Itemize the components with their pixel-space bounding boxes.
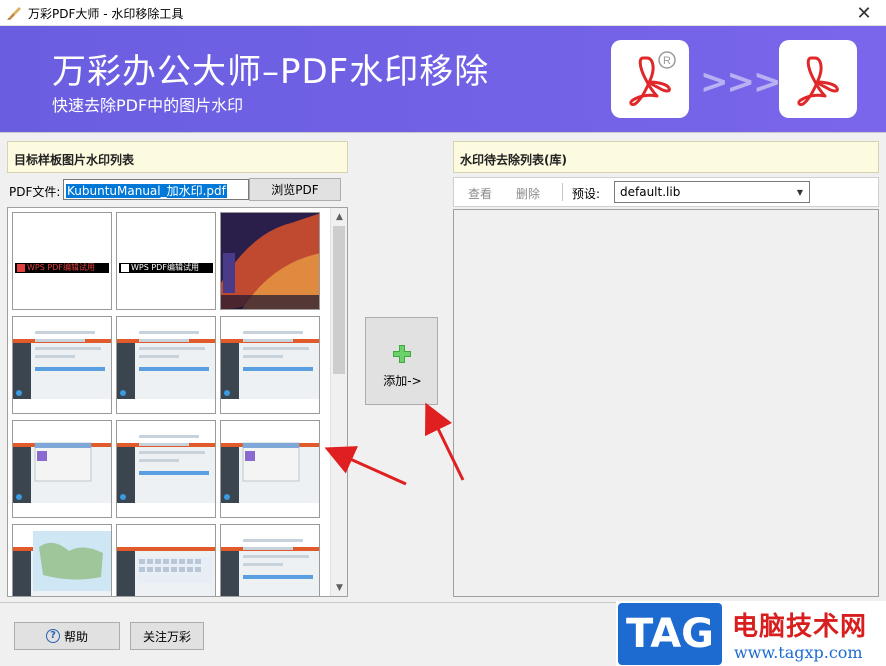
thumbnail-item[interactable] — [12, 420, 112, 518]
pdf-icon — [779, 40, 857, 118]
site-name: 电脑技术网 — [732, 612, 868, 642]
pdf-file-row: PDF文件: KubuntuManual_加水印.pdf 浏览PDF — [7, 177, 348, 203]
page-preview — [117, 525, 215, 596]
thumbnail-item[interactable]: WPS PDF编辑试用 — [12, 212, 112, 310]
wps-logo-icon — [17, 264, 25, 272]
wps-watermark-text: WPS PDF编辑试用 — [131, 263, 199, 272]
thumbnail-item[interactable] — [116, 420, 216, 518]
thumbnail-item[interactable] — [12, 316, 112, 414]
scroll-up-icon[interactable]: ▲ — [331, 208, 347, 225]
scroll-down-icon[interactable]: ▼ — [331, 579, 347, 596]
thumbnail-scrollbar[interactable]: ▲ ▼ — [330, 208, 347, 596]
watermark-sample-list-header: 目标样板图片水印列表 — [7, 141, 348, 173]
site-watermark: TAG 电脑技术网 www.tagxp.com — [616, 601, 886, 666]
thumbnail-item[interactable] — [220, 212, 320, 310]
wps-watermark-band: WPS PDF编辑试用 — [15, 263, 109, 273]
svg-text:R: R — [663, 55, 671, 67]
watermark-library-list[interactable] — [453, 209, 879, 597]
preset-label: 预设: — [572, 187, 601, 201]
scroll-thumb[interactable] — [333, 226, 345, 374]
preset-select[interactable]: default.lib — [614, 181, 810, 203]
pdf-file-input[interactable]: KubuntuManual_加水印.pdf — [63, 179, 249, 200]
toolbar-divider — [562, 183, 563, 201]
thumbnail-item[interactable] — [116, 524, 216, 596]
library-toolbar: 查看 删除 预设: default.lib ▼ — [453, 177, 879, 207]
wps-logo-icon — [121, 264, 129, 272]
convert-arrows: >>> — [700, 62, 781, 102]
pdf-file-label: PDF文件: — [9, 185, 61, 199]
banner-subtitle: 快速去除PDF中的图片水印 — [52, 96, 244, 115]
follow-button[interactable]: 关注万彩 — [130, 622, 204, 650]
thumbnail-item[interactable] — [220, 316, 320, 414]
question-icon: ? — [45, 629, 60, 643]
tag-logo: TAG — [618, 603, 722, 665]
preset-value: default.lib — [620, 185, 681, 199]
add-button[interactable]: 添加-> — [365, 317, 438, 405]
page-preview — [221, 317, 319, 413]
wallpaper-preview — [221, 213, 319, 309]
wps-watermark-band: WPS PDF编辑试用 — [119, 263, 213, 273]
browse-pdf-button[interactable]: 浏览PDF — [249, 178, 341, 201]
watermark-removal-list-header: 水印待去除列表(库) — [453, 141, 879, 173]
page-preview — [13, 317, 111, 413]
wps-watermark-text: WPS PDF编辑试用 — [27, 263, 95, 272]
window-title: 万彩PDF大师 - 水印移除工具 — [28, 7, 184, 21]
plus-icon — [393, 345, 411, 363]
banner: 万彩办公大师–PDF水印移除 快速去除PDF中的图片水印 R >>> — [0, 26, 886, 132]
page-preview — [117, 317, 215, 413]
thumbnail-item[interactable] — [220, 420, 320, 518]
pdf-registered-icon: R — [611, 40, 689, 118]
title-bar: 万彩PDF大师 - 水印移除工具 ✕ — [0, 0, 886, 26]
page-preview — [117, 421, 215, 517]
thumbnail-item[interactable] — [116, 316, 216, 414]
help-button-label: 帮助 — [63, 629, 88, 644]
chevron-down-icon[interactable]: ▼ — [790, 181, 810, 203]
add-button-label: 添加-> — [383, 374, 422, 388]
page-preview — [221, 525, 319, 596]
site-url: www.tagxp.com — [734, 643, 863, 662]
close-button[interactable]: ✕ — [842, 0, 886, 26]
banner-title: 万彩办公大师–PDF水印移除 — [52, 52, 490, 92]
delete-button[interactable]: 删除 — [516, 185, 540, 202]
page-preview — [13, 421, 111, 517]
thumbnail-item[interactable]: WPS PDF编辑试用 — [116, 212, 216, 310]
close-icon: ✕ — [856, 2, 872, 24]
page-preview — [13, 525, 111, 596]
brush-app-icon — [7, 7, 21, 20]
page-preview — [221, 421, 319, 517]
view-button[interactable]: 查看 — [468, 185, 492, 202]
pdf-file-value: KubuntuManual_加水印.pdf — [66, 184, 227, 198]
thumbnail-item[interactable] — [12, 524, 112, 596]
thumbnail-grid: WPS PDF编辑试用 WPS PDF编辑试用 ▲ ▼ — [7, 207, 348, 597]
help-button[interactable]: ? 帮助 — [14, 622, 120, 650]
thumbnail-item[interactable] — [220, 524, 320, 596]
main-area: 目标样板图片水印列表 PDF文件: KubuntuManual_加水印.pdf … — [0, 132, 886, 602]
